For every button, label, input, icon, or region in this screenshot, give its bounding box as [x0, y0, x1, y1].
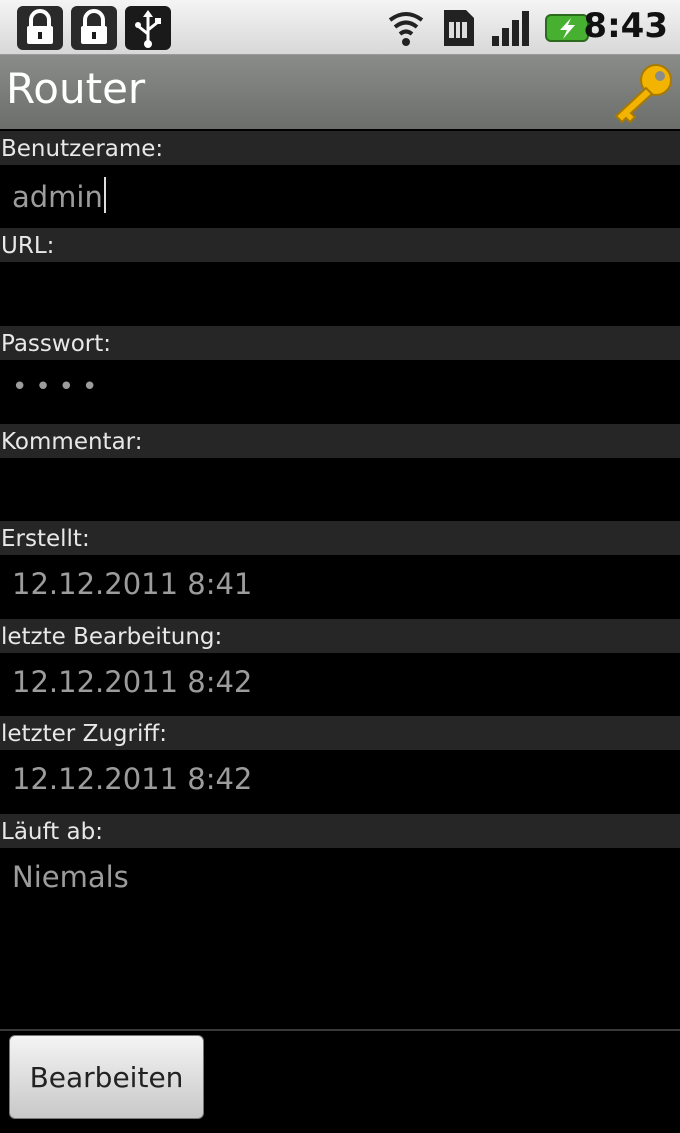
status-bar: 8:43 [0, 0, 680, 55]
usb-icon [125, 6, 171, 50]
expires-value: Niemals [12, 860, 129, 894]
username-text: admin [12, 180, 103, 214]
field-label: Kommentar: [0, 424, 680, 458]
field-label: Erstellt: [0, 521, 680, 555]
text-cursor [103, 177, 106, 213]
password-value[interactable]: •••• [12, 372, 105, 402]
edit-button[interactable]: Bearbeiten [9, 1035, 204, 1119]
created-value: 12.12.2011 8:41 [12, 567, 253, 601]
field-label: Läuft ab: [0, 814, 680, 848]
page-title: Router [6, 64, 146, 113]
username-value[interactable]: admin [12, 177, 106, 214]
field-label: letzte Bearbeitung: [0, 619, 680, 653]
last-access-value: 12.12.2011 8:42 [12, 762, 253, 796]
field-label: Benutzerame: [0, 131, 680, 165]
field-label: Passwort: [0, 326, 680, 360]
key-icon [610, 62, 676, 124]
lock-icon [17, 6, 63, 50]
signal-icon [490, 8, 536, 48]
title-bar: Router [0, 55, 680, 129]
clock: 8:43 [583, 6, 668, 46]
sim-icon [440, 8, 478, 48]
field-label: letzter Zugriff: [0, 716, 680, 750]
wifi-icon [387, 8, 425, 48]
divider [0, 1029, 680, 1031]
field-label: URL: [0, 228, 680, 262]
last-edit-value: 12.12.2011 8:42 [12, 665, 253, 699]
lock-icon [71, 6, 117, 50]
